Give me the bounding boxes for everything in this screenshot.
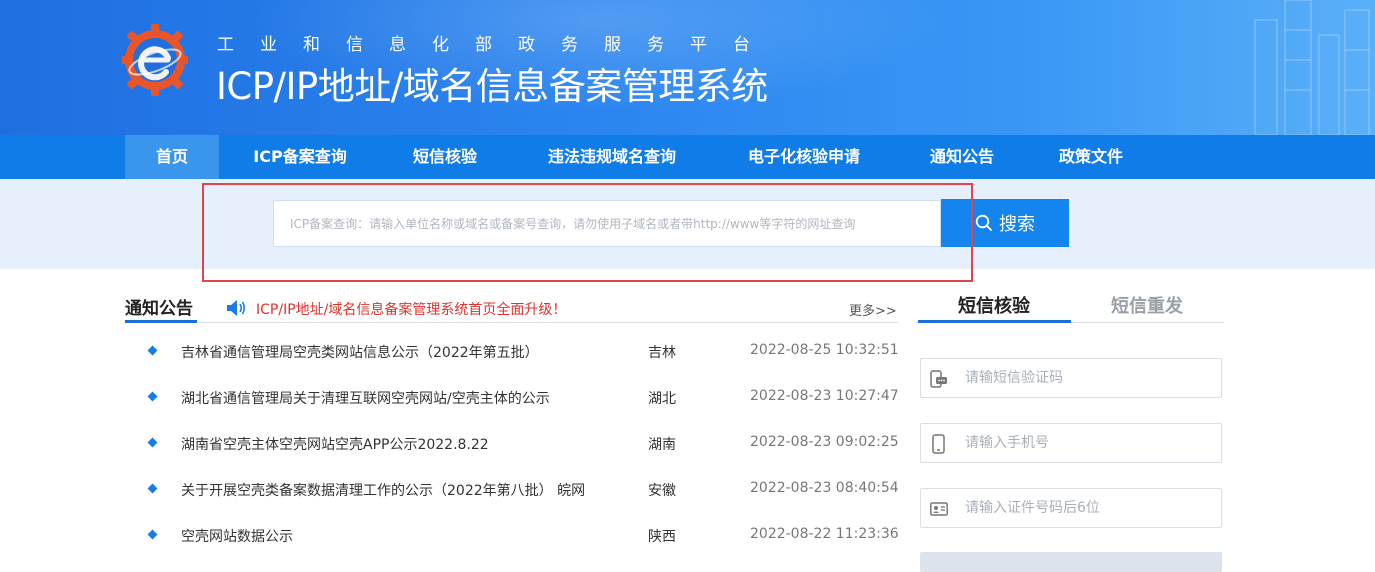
mobile-field xyxy=(920,423,1222,463)
search-button[interactable]: 搜索 xyxy=(941,199,1069,247)
header-banner: 工业和信息化部政务服务平台 ICP/IP地址/域名信息备案管理系统 xyxy=(0,0,1375,135)
notices-divider xyxy=(198,322,898,323)
diamond-bullet-icon xyxy=(147,345,158,356)
tab-sms-verify[interactable]: 短信核验 xyxy=(918,292,1070,318)
notice-row: 关于开展空壳类备案数据清理工作的公示（2022年第八批） 皖网 安徽 2022-… xyxy=(125,478,900,502)
notice-date: 2022-08-22 11:23:36 xyxy=(750,526,899,542)
nav-sms-verify[interactable]: 短信核验 xyxy=(395,135,495,179)
notice-row: 吉林省通信管理局空壳类网站信息公示（2022年第五批） 吉林 2022-08-2… xyxy=(125,340,900,364)
sms-code-icon xyxy=(930,370,947,388)
speaker-icon xyxy=(227,300,246,316)
sms-submit-button[interactable] xyxy=(920,552,1222,572)
notices-heading[interactable]: 通知公告 xyxy=(125,294,193,319)
more-notices-link[interactable]: 更多>> xyxy=(849,300,897,319)
miit-logo-icon xyxy=(122,24,188,96)
system-title: ICP/IP地址/域名信息备案管理系统 xyxy=(216,65,768,108)
notice-region: 湖南 xyxy=(648,437,676,453)
sms-code-field xyxy=(920,358,1222,398)
notice-link[interactable]: 空壳网站数据公示 xyxy=(181,526,293,546)
main-nav: 首页 ICP备案查询 短信核验 违法违规域名查询 电子化核验申请 通知公告 政策… xyxy=(0,135,1375,179)
notice-date: 2022-08-25 10:32:51 xyxy=(750,342,899,358)
notice-region: 湖北 xyxy=(648,391,676,407)
tab-divider xyxy=(1071,322,1224,323)
notice-link[interactable]: 关于开展空壳类备案数据清理工作的公示（2022年第八批） 皖网 xyxy=(181,480,585,500)
notice-link[interactable]: 湖北省通信管理局关于清理互联网空壳网站/空壳主体的公示 xyxy=(181,388,550,408)
active-tab-underline xyxy=(918,320,1071,323)
notice-date: 2022-08-23 10:27:47 xyxy=(750,388,899,404)
notice-link[interactable]: 湖南省空壳主体空壳网站空壳APP公示2022.8.22 xyxy=(181,434,489,454)
notice-date: 2022-08-23 08:40:54 xyxy=(750,480,899,496)
nav-home[interactable]: 首页 xyxy=(125,135,219,179)
nav-policy-docs[interactable]: 政策文件 xyxy=(1040,135,1142,179)
notice-marquee[interactable]: ICP/IP地址/域名信息备案管理系统首页全面升级！ xyxy=(256,299,566,319)
diamond-bullet-icon xyxy=(147,529,158,540)
id-card-icon xyxy=(930,502,948,516)
city-skyline-decoration xyxy=(1254,0,1370,135)
notice-row: 湖北省通信管理局关于清理互联网空壳网站/空壳主体的公示 湖北 2022-08-2… xyxy=(125,386,900,410)
search-icon xyxy=(975,214,992,231)
tab-sms-resend[interactable]: 短信重发 xyxy=(1071,292,1223,318)
search-button-label: 搜索 xyxy=(999,214,1035,235)
platform-subtitle: 工业和信息化部政务服务平台 xyxy=(217,35,776,55)
diamond-bullet-icon xyxy=(147,391,158,402)
mobile-phone-icon xyxy=(932,434,945,454)
diamond-bullet-icon xyxy=(147,483,158,494)
nav-notices[interactable]: 通知公告 xyxy=(912,135,1012,179)
nav-illegal-domain-query[interactable]: 违法违规域名查询 xyxy=(523,135,701,179)
nav-icp-query[interactable]: ICP备案查询 xyxy=(229,135,371,179)
id-number-input[interactable] xyxy=(965,489,1215,527)
sms-code-input[interactable] xyxy=(965,359,1215,397)
notice-row: 湖南省空壳主体空壳网站空壳APP公示2022.8.22 湖南 2022-08-2… xyxy=(125,432,900,456)
notice-row: 空壳网站数据公示 陕西 2022-08-22 11:23:36 xyxy=(125,524,900,548)
notice-region: 陕西 xyxy=(648,529,676,545)
id-number-field xyxy=(920,488,1222,528)
mobile-input[interactable] xyxy=(965,424,1215,462)
nav-electronic-verify[interactable]: 电子化核验申请 xyxy=(725,135,883,179)
notice-region: 吉林 xyxy=(648,345,676,361)
notices-heading-underline xyxy=(125,320,197,323)
icp-search-input[interactable] xyxy=(273,200,941,247)
notice-date: 2022-08-23 09:02:25 xyxy=(750,434,899,450)
notice-link[interactable]: 吉林省通信管理局空壳类网站信息公示（2022年第五批） xyxy=(181,342,539,362)
notice-region: 安徽 xyxy=(648,483,676,499)
diamond-bullet-icon xyxy=(147,437,158,448)
